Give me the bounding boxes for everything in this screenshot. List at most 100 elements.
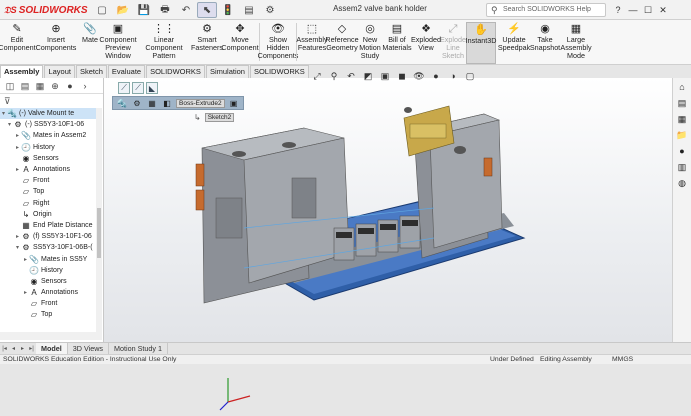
scrollbar-thumb[interactable] [97,208,101,258]
apply-scene-icon[interactable]: ◑ [446,70,460,82]
graphics-area[interactable] [104,78,672,411]
tab-sketch[interactable]: Sketch [75,65,107,78]
assembly-features-button[interactable]: ⬚ Assembly Features [296,22,327,64]
tree-item[interactable]: ◉ Sensors [0,276,97,287]
tree-horizontal-scrollbar[interactable] [0,332,102,340]
tree-item[interactable]: ▸ 🕘 History [0,142,97,153]
new-motion-study-button[interactable]: ◎ New Motion Study [358,22,382,64]
units-selector[interactable]: MMGS [612,355,633,364]
select-icon[interactable]: ⬉ [197,2,217,18]
sketch-arc-icon[interactable]: ⟋ [132,82,144,94]
tab-3d-views[interactable]: 3D Views [68,343,109,354]
tree-item[interactable]: ▱ Front [0,175,97,186]
file-properties-icon[interactable]: ▤ [239,2,259,18]
tree-item[interactable]: ▸ A Annotations [0,287,97,298]
new-icon[interactable]: ▢ [92,2,112,18]
tab-layout[interactable]: Layout [44,65,75,78]
file-explorer-icon[interactable]: 📁 [675,129,689,142]
dimxpert-icon[interactable]: ⊕ [49,80,61,92]
tree-item[interactable]: ▸ 📎 Mates in SS5Y [0,253,97,264]
home-icon[interactable]: ⌂ [675,81,689,94]
help-search-input[interactable]: ⚲ Search SOLIDWORKS Help [486,3,606,17]
sketch-line-icon[interactable]: ⟋ [118,82,130,94]
edit-appearance-icon[interactable]: ● [429,70,443,82]
maximize-button[interactable]: ☐ [642,2,654,18]
tree-item[interactable]: ▸ A Annotations [0,164,97,175]
solidworks-forum-icon[interactable]: ◍ [675,177,689,190]
section-view-icon[interactable]: ◩ [361,70,375,82]
reference-geometry-button[interactable]: ◇ Reference Geometry [325,22,358,64]
body-crumb-icon[interactable]: ▣ [228,98,240,108]
tab-evaluate[interactable]: Evaluate [107,65,146,78]
tree-item[interactable]: ▦ End Plate Distance [0,220,97,231]
take-snapshot-button[interactable]: ◉ Take Snapshot [530,22,560,64]
tree-vertical-scrollbar[interactable] [96,108,102,334]
tree-item[interactable]: 🕘 History [0,265,97,276]
property-manager-icon[interactable]: ▤ [19,80,31,92]
minimize-button[interactable]: — [627,2,639,18]
edit-component-button[interactable]: ✎ Edit Component [0,22,36,64]
open-icon[interactable]: 📂 [113,2,133,18]
appearances-icon[interactable]: ● [675,145,689,158]
update-speedpak-button[interactable]: ⚡ Update Speedpak [498,22,530,64]
show-hidden-components-button[interactable]: 👁 Show Hidden Components [258,22,299,64]
tree-item[interactable]: ▸ 📎 Mates in Assem2 [0,130,97,141]
component-preview-window-button[interactable]: ▣ Component Preview Window [99,22,136,64]
feature-crumb-icon[interactable]: ◧ [161,98,173,108]
print-icon[interactable]: 🖶 [155,2,175,18]
linear-component-pattern-button[interactable]: ⋮⋮ Linear Component Pattern [137,22,191,64]
resources-icon[interactable]: ▤ [675,97,689,110]
tab-motion-study[interactable]: Motion Study 1 [109,343,168,354]
rebuild-icon[interactable]: 🚦 [218,2,238,18]
close-button[interactable]: ✕ [657,2,669,18]
undo-icon[interactable]: ↶ [176,2,196,18]
tree-item[interactable]: ↳ Origin [0,209,97,220]
save-icon[interactable]: 💾 [134,2,154,18]
tab-mbd[interactable]: SOLIDWORKS MBD [249,65,309,88]
tab-simulation[interactable]: Simulation [205,65,249,78]
tree-item[interactable]: ◉ Sensors [0,153,97,164]
tree-item[interactable]: ▱ Top [0,309,97,320]
zoom-to-fit-icon[interactable]: ⤢ [310,70,324,82]
part-crumb-icon[interactable]: ▦ [146,98,158,108]
hide-show-icon[interactable]: 👁 [412,70,426,82]
previous-view-icon[interactable]: ↶ [344,70,358,82]
view-orientation-icon[interactable]: ▣ [378,70,392,82]
expand-icon[interactable]: › [79,80,91,92]
exploded-view-button[interactable]: ❖ Exploded View [411,22,441,64]
tab-addins[interactable]: SOLIDWORKS Add-Ins [146,65,205,88]
move-component-button[interactable]: ✥ Move Component [221,22,258,64]
next-tab-icon[interactable]: ▸ [18,345,27,352]
bill-of-materials-button[interactable]: ▤ Bill of Materials [382,22,411,64]
design-library-icon[interactable]: ▦ [675,113,689,126]
last-tab-icon[interactable]: ▸| [27,345,36,352]
sketch-crumb-label[interactable]: Sketch2 [204,113,235,122]
mate-button[interactable]: 📎 Mate [80,22,100,64]
custom-properties-icon[interactable]: ▥ [675,161,689,174]
display-style-icon[interactable]: ◼ [395,70,409,82]
options-icon[interactable]: ⚙ [260,2,280,18]
feature-tree-icon[interactable]: ◫ [4,80,16,92]
view-settings-icon[interactable]: ▢ [463,70,477,82]
insert-components-button[interactable]: ⊕ Insert Components [34,22,78,64]
prev-tab-icon[interactable]: ◂ [9,345,18,352]
help-icon[interactable]: ? [612,2,624,18]
feature-crumb-label[interactable]: Boss-Extrude2 [176,98,225,108]
smart-fasteners-button[interactable]: ⚙ Smart Fasteners [191,22,223,64]
tree-item[interactable]: ▾ ⚙ (-) SS5Y3-10F1-06 [0,119,97,130]
tree-item[interactable]: ▾ ⚙ SS5Y3-10F1-06B-( [0,242,97,253]
filter-icon[interactable]: ⊽ [4,96,11,107]
tree-item[interactable]: ▸ ⚙ (f) SS5Y3-10F1-06 [0,231,97,242]
tree-item[interactable]: ▱ Right [0,198,97,209]
zoom-area-icon[interactable]: ⚲ [327,70,341,82]
display-manager-icon[interactable]: ● [64,80,76,92]
assembly-crumb-icon[interactable]: 🔩 [116,98,128,108]
large-assembly-mode-button[interactable]: ▦ Large Assembly Mode [559,22,593,64]
configuration-manager-icon[interactable]: ▦ [34,80,46,92]
sketch-corner-icon[interactable]: ◣ [146,82,158,94]
tab-model[interactable]: Model [36,343,68,354]
instant3d-button[interactable]: ✋ Instant3D [466,22,496,64]
tree-item[interactable]: ▾ 🔩 (-) Valve Mount te [0,108,97,120]
first-tab-icon[interactable]: |◂ [0,345,9,352]
component-crumb-icon[interactable]: ⚙ [131,98,143,108]
